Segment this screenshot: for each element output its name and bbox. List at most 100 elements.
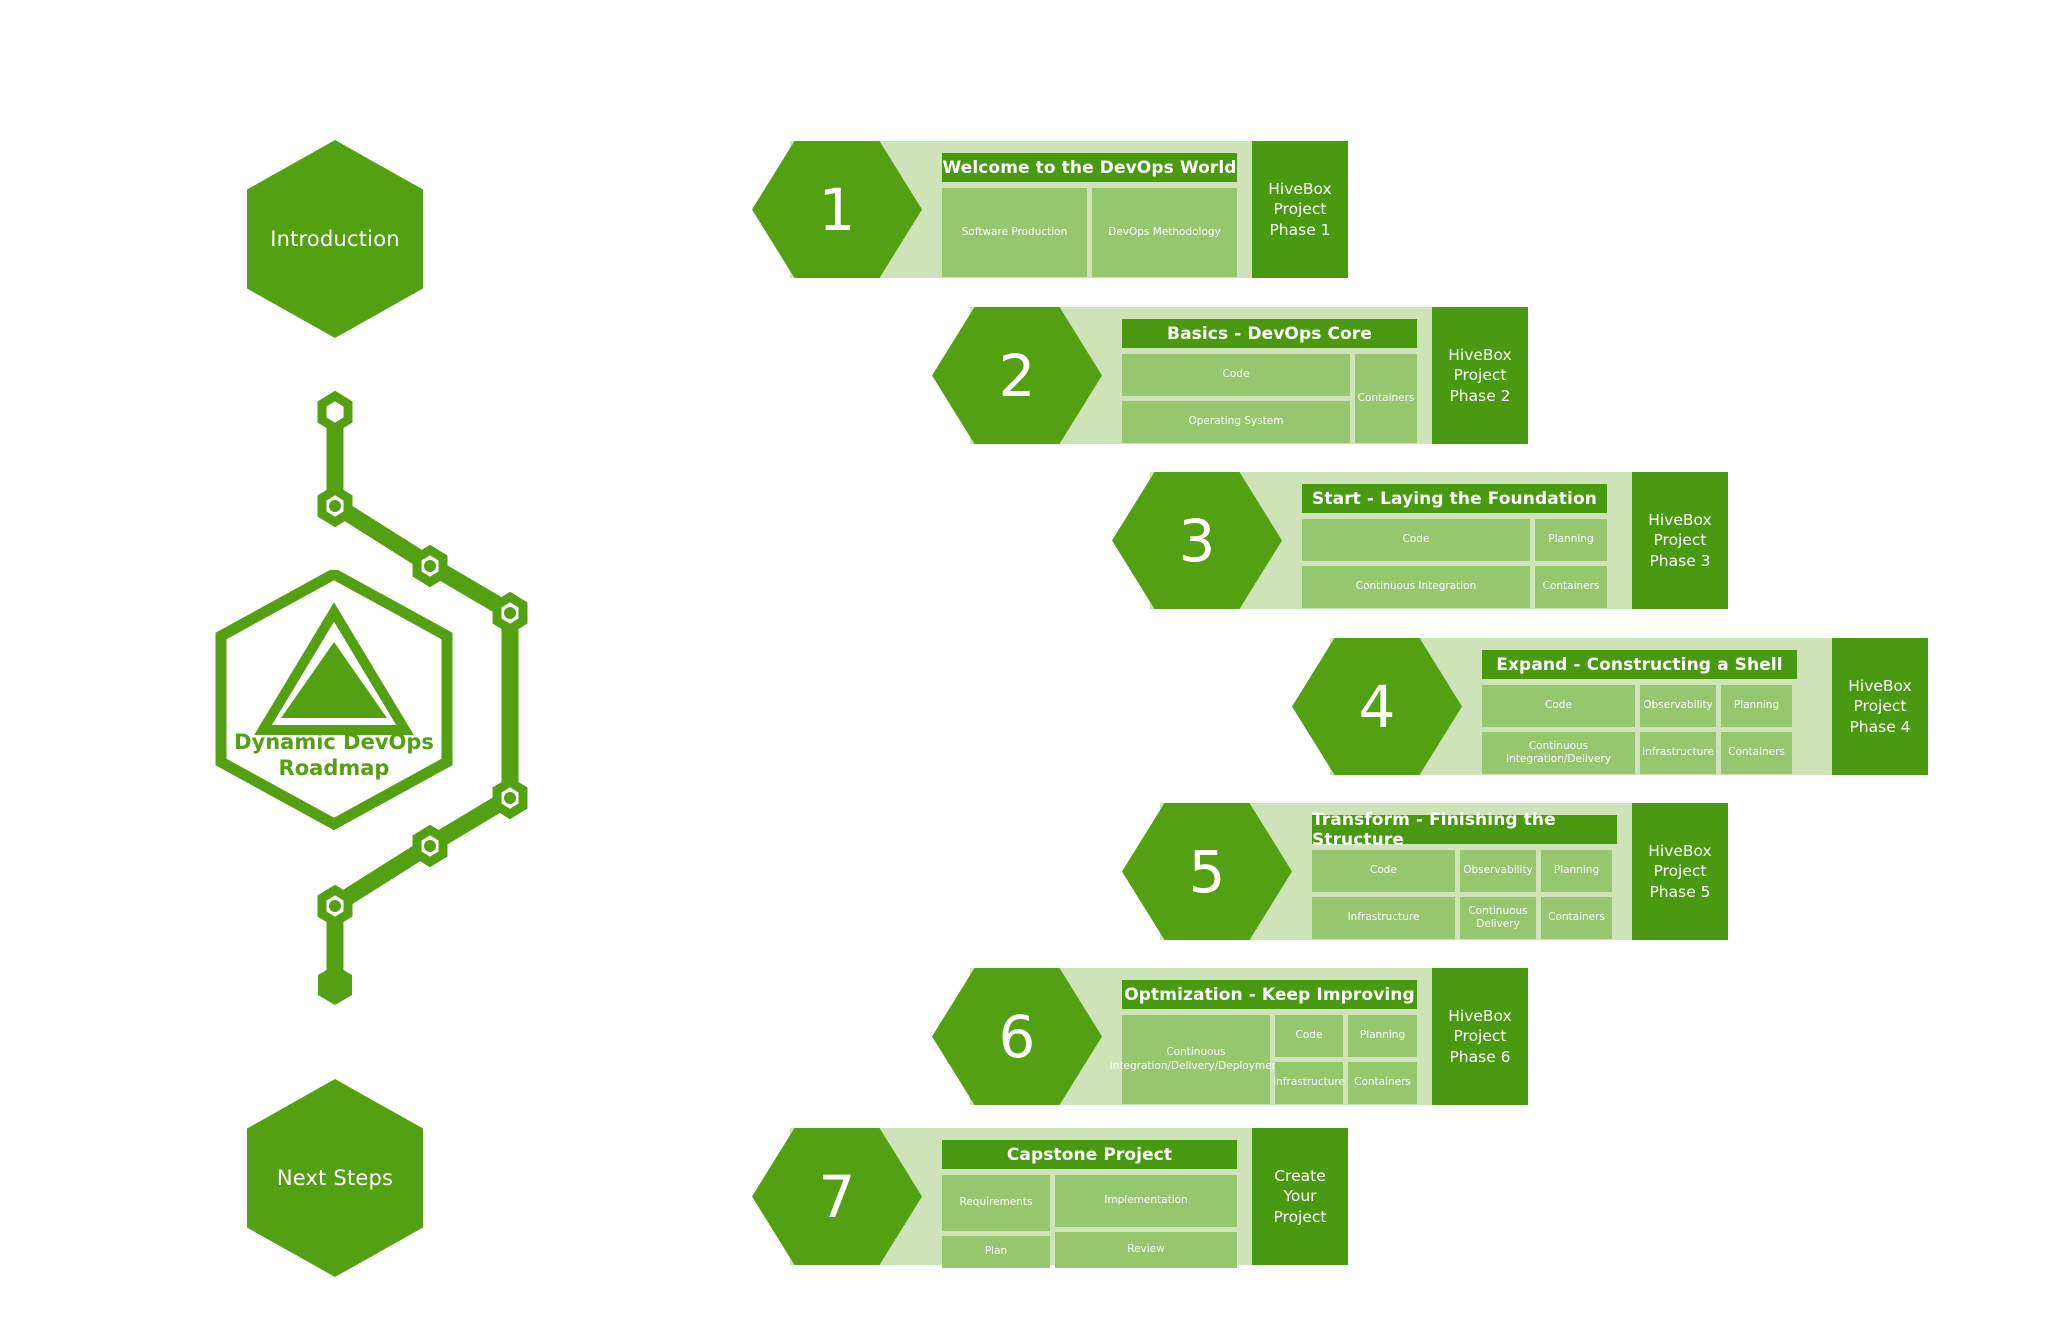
cell-row: Requirements Implementation: [942, 1175, 1237, 1231]
roadmap-logo[interactable]: Dynamic DevOps Roadmap: [209, 570, 459, 835]
cell-row: Code Planning: [1302, 519, 1607, 561]
roadmap-canvas: Introduction Dynamic DevOps Roadmap Next…: [0, 0, 2048, 1333]
topic-label: Infrastructure: [1642, 746, 1714, 759]
topic-cell[interactable]: Containers: [1348, 1062, 1417, 1104]
topic-cell[interactable]: Planning: [1541, 850, 1612, 892]
phase-number: 2: [998, 341, 1036, 410]
topic-label: DevOps Methodology: [1108, 225, 1221, 238]
phase-label-box[interactable]: HiveBox Project Phase 4: [1832, 638, 1928, 775]
topic-cell[interactable]: Infrastructure: [1273, 1062, 1345, 1104]
cell-row: Code Observability Planning: [1482, 685, 1797, 727]
phase-row-3: 3 HiveBox Project Phase 3 Start - Laying…: [1112, 472, 1762, 609]
topic-cell[interactable]: Software Production: [942, 188, 1087, 277]
row-content: Capstone Project Requirements Implementa…: [942, 1140, 1237, 1268]
cell-row: Code Observability Planning: [1312, 850, 1617, 892]
topic-label: Containers: [1357, 391, 1415, 404]
topic-cell[interactable]: Code: [1482, 685, 1635, 727]
topic-cell[interactable]: Containers: [1355, 354, 1417, 443]
topic-label: Code: [1545, 699, 1572, 712]
topic-cell[interactable]: Code: [1122, 354, 1350, 396]
topic-cell[interactable]: Infrastructure: [1312, 897, 1455, 939]
topic-cell[interactable]: Continuous Delivery: [1460, 897, 1536, 939]
cell-row: Plan Review: [942, 1232, 1237, 1268]
row-cells: Code Observability Planning Infrastructu…: [1312, 850, 1617, 939]
topic-cell[interactable]: DevOps Methodology: [1092, 188, 1237, 277]
topic-cell[interactable]: Requirements: [942, 1175, 1050, 1231]
cell-row: Software Production DevOps Methodology: [942, 188, 1237, 277]
topic-cell[interactable]: Code: [1312, 850, 1455, 892]
topic-cell[interactable]: Observability: [1640, 685, 1716, 727]
row-cells: Code Observability Planning Continuous I…: [1482, 685, 1797, 774]
row-title: Basics - DevOps Core: [1167, 323, 1372, 344]
topic-label: Continuous Integration/Delivery/Deployme…: [1109, 1046, 1283, 1072]
topic-label: Infrastructure: [1273, 1076, 1345, 1089]
row-title: Start - Laying the Foundation: [1312, 488, 1597, 509]
phase-number: 1: [818, 175, 856, 244]
row-content: Transform - Finishing the Structure Code…: [1312, 810, 1617, 939]
row-title: Capstone Project: [1006, 1144, 1173, 1165]
topic-cell[interactable]: Code: [1302, 519, 1530, 561]
phase-row-2: 2 HiveBox Project Phase 2 Basics - DevOp…: [932, 307, 1562, 444]
phase-label-box[interactable]: HiveBox Project Phase 3: [1632, 472, 1728, 609]
topic-label: Continuous Integration/Delivery: [1506, 739, 1611, 765]
topic-cell[interactable]: Continuous Integration: [1302, 566, 1530, 608]
row-title-bar: Optmization - Keep Improving: [1122, 980, 1417, 1009]
introduction-hexagon[interactable]: Introduction: [247, 140, 423, 338]
topic-cell[interactable]: Containers: [1535, 566, 1607, 608]
row-content: Start - Laying the Foundation Code Plann…: [1302, 484, 1607, 608]
topic-cell[interactable]: Containers: [1541, 897, 1612, 939]
topic-label: Containers: [1548, 911, 1605, 924]
phase-label: Create Your Project: [1273, 1166, 1327, 1226]
row-cells: Software Production DevOps Methodology: [942, 188, 1237, 277]
topic-label: Planning: [1553, 864, 1600, 877]
topic-cell[interactable]: Infrastructure: [1640, 732, 1716, 774]
row-content: Welcome to the DevOps World Software Pro…: [942, 153, 1237, 277]
phase-number: 5: [1188, 837, 1226, 906]
phase-row-5: 5 HiveBox Project Phase 5 Transform - Fi…: [1122, 803, 1762, 940]
topic-label: Observability: [1463, 864, 1533, 877]
topic-cell[interactable]: Review: [1055, 1232, 1237, 1268]
next-steps-hexagon[interactable]: Next Steps: [247, 1079, 423, 1277]
topic-label: Software Production: [961, 225, 1068, 238]
row-content: Optmization - Keep Improving Continuous …: [1110, 980, 1417, 1104]
topic-cell-large[interactable]: Continuous Integration/Delivery/Deployme…: [1110, 1015, 1282, 1104]
phase-label-box[interactable]: HiveBox Project Phase 1: [1252, 141, 1348, 278]
topic-cell[interactable]: Planning: [1348, 1015, 1417, 1057]
logo-line-2: Roadmap: [278, 755, 390, 780]
topic-cell[interactable]: Code: [1275, 1015, 1343, 1057]
phase-label-box[interactable]: Create Your Project: [1252, 1128, 1348, 1265]
next-steps-label: Next Steps: [276, 1166, 394, 1190]
phase-label-box[interactable]: HiveBox Project Phase 5: [1632, 803, 1728, 940]
topic-cell[interactable]: Operating System: [1122, 401, 1350, 443]
row-cells: Continuous Integration/Delivery/Deployme…: [1110, 1015, 1417, 1104]
topic-label: Planning: [1733, 699, 1780, 712]
triangle-in-hexagon-icon: [215, 570, 453, 831]
topic-cell[interactable]: Plan: [942, 1236, 1050, 1268]
topic-label: Code: [1222, 368, 1250, 381]
phase-label-box[interactable]: HiveBox Project Phase 2: [1432, 307, 1528, 444]
topic-cell[interactable]: Observability: [1460, 850, 1536, 892]
phase-label: HiveBox Project Phase 6: [1448, 1006, 1512, 1066]
row-cells: Code Operating System Containers: [1122, 354, 1417, 443]
row-title-bar: Transform - Finishing the Structure: [1312, 810, 1617, 850]
topic-cell[interactable]: Implementation: [1055, 1175, 1237, 1227]
row-cells: Requirements Implementation Plan Review: [942, 1175, 1237, 1268]
topic-label: Observability: [1643, 699, 1713, 712]
topic-cell[interactable]: Planning: [1721, 685, 1792, 727]
row-title: Optmization - Keep Improving: [1124, 984, 1415, 1005]
phase-row-6: 6 HiveBox Project Phase 6 Optmization - …: [932, 968, 1562, 1105]
phase-label-box[interactable]: HiveBox Project Phase 6: [1432, 968, 1528, 1105]
phase-label: HiveBox Project Phase 1: [1268, 179, 1332, 239]
phase-label: HiveBox Project Phase 3: [1648, 510, 1712, 570]
topic-cell[interactable]: Planning: [1535, 519, 1607, 561]
row-title-bar: Start - Laying the Foundation: [1302, 484, 1607, 513]
row-title-bar: Basics - DevOps Core: [1122, 319, 1417, 348]
topic-label: Planning: [1359, 1029, 1406, 1042]
phase-label: HiveBox Project Phase 5: [1648, 841, 1712, 901]
phase-number: 6: [998, 1002, 1036, 1071]
introduction-label: Introduction: [270, 227, 400, 251]
topic-cell[interactable]: Continuous Integration/Delivery: [1482, 732, 1635, 774]
roadmap-logo-title: Dynamic DevOps Roadmap: [209, 730, 459, 781]
row-title-bar: Expand - Constructing a Shell: [1482, 650, 1797, 679]
topic-cell[interactable]: Containers: [1721, 732, 1792, 774]
